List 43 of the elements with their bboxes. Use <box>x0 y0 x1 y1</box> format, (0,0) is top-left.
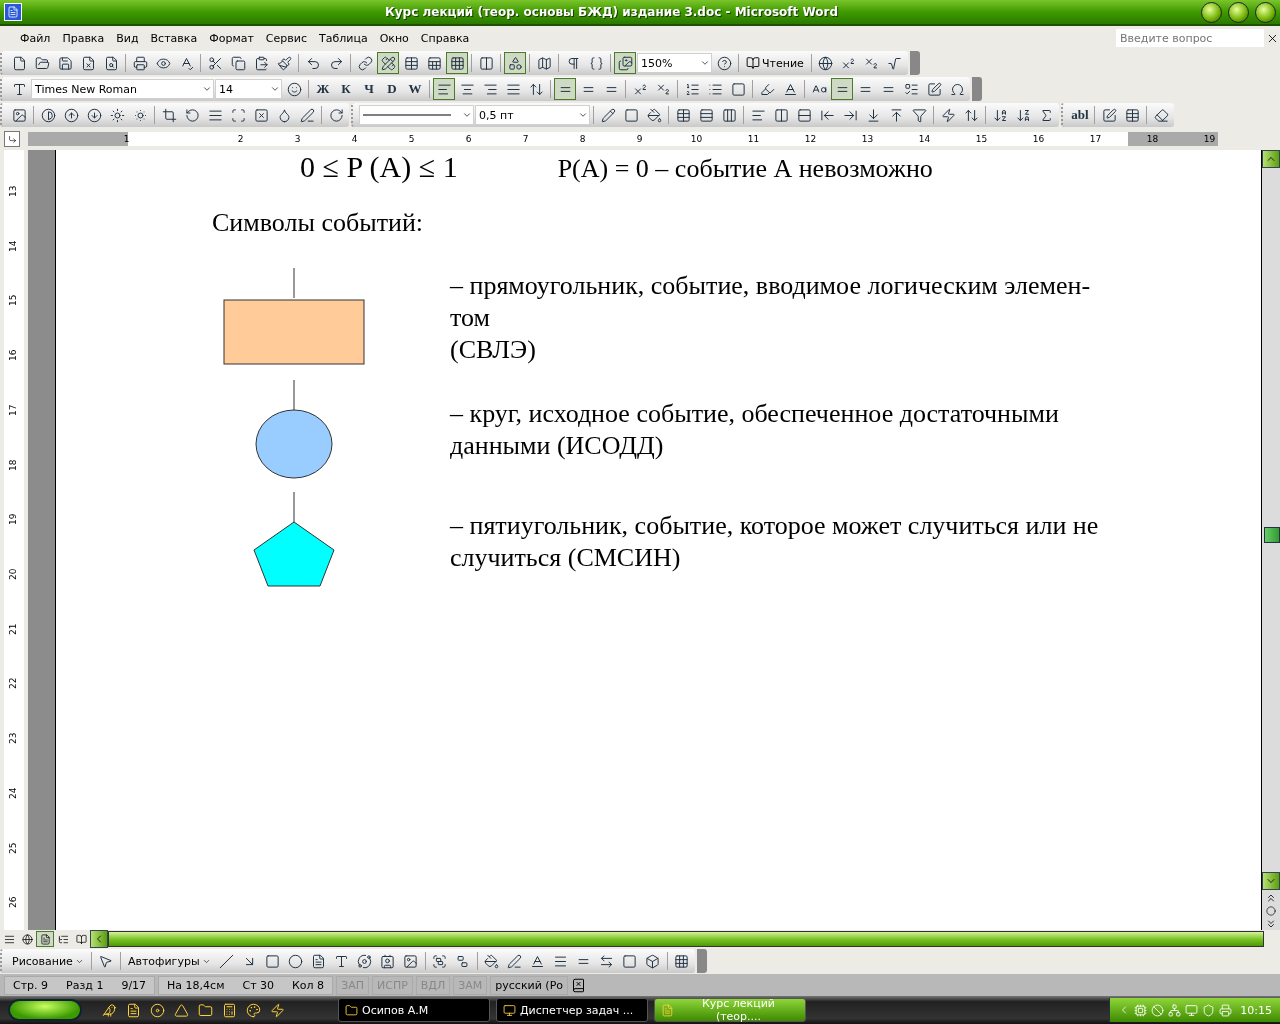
status-field: Ст 30 <box>242 978 275 992</box>
menu-item[interactable]: Справка <box>414 29 476 47</box>
window-title: Курс лекций (теор. основы БЖД) издание 3.doc - Microsoft Word <box>383 5 840 19</box>
menu-item[interactable]: Правка <box>56 29 111 47</box>
status-field: Стр. 9 <box>13 978 49 992</box>
line-weight-combo[interactable]: 0,5 пт <box>475 105 590 125</box>
vertical-ruler: 13 14 15 16 17 18 19 20 21 22 23 24 25 26 <box>4 150 24 930</box>
drawing-menu[interactable]: Рисование <box>8 950 88 972</box>
language-indicator: русский (Ро <box>490 975 568 995</box>
menu-item[interactable]: Формат <box>203 29 260 47</box>
help-search-field[interactable]: Введите вопрос <box>1116 29 1264 47</box>
reading-button[interactable]: Чтение <box>742 52 808 74</box>
menu-item[interactable]: Вид <box>110 29 145 47</box>
symbol-description: – прямоугольник, событие, вводимое логическим элемен- том (СВЛЭ) <box>450 269 1092 366</box>
formula: 0 ≤ P (A) ≤ 1 <box>300 150 458 183</box>
text-style-button[interactable]: Ж <box>312 78 334 100</box>
taskbar-button[interactable]: Курс лекций (теор.... <box>654 998 806 1022</box>
text-form-field[interactable]: abl <box>1069 104 1091 126</box>
heading: Символы событий: <box>212 207 425 238</box>
clock: 10:15 <box>1240 1003 1272 1017</box>
menu-item[interactable]: Файл <box>14 29 57 47</box>
menu-item[interactable]: Вставка <box>144 29 204 47</box>
status-field: Кол 8 <box>292 978 325 992</box>
taskbar-button[interactable]: Диспетчер задач ... <box>496 998 648 1022</box>
status-field: На 18,4см <box>167 978 225 992</box>
taskbar-button[interactable]: Осипов А.М <box>338 998 490 1022</box>
status-field: 9/17 <box>121 978 147 992</box>
symbol-description: – круг, исходное событие, обеспеченное достаточными данными (ИСОДД) <box>450 397 1060 462</box>
autoshapes-menu[interactable]: Автофигуры <box>123 950 215 972</box>
horizontal-ruler: 1 2 3 4 5 6 7 8 9 10 11 12 13 14 15 16 17 18 19 <box>28 132 1218 146</box>
font-size-combo[interactable]: 14 <box>215 79 282 99</box>
statement-text: P(A) = 0 – событие А невозможно <box>557 155 933 184</box>
menu-item[interactable]: Окно <box>373 29 415 47</box>
font-combo[interactable]: Times New Roman <box>31 79 214 99</box>
menu-item[interactable]: Таблица <box>312 29 374 47</box>
symbol-description: – пятиугольник, событие, которое может случиться или не случиться (СМСИН) <box>450 509 1100 574</box>
text-style-button[interactable]: К <box>335 78 357 100</box>
text-style-button[interactable]: Ч <box>358 78 380 100</box>
zoom-combo[interactable]: 150% <box>637 53 712 73</box>
text-style-button[interactable]: W <box>404 78 426 100</box>
text-style-button[interactable]: D <box>381 78 403 100</box>
menu-item[interactable]: Сервис <box>259 29 313 47</box>
status-field: Разд 1 <box>66 978 104 992</box>
